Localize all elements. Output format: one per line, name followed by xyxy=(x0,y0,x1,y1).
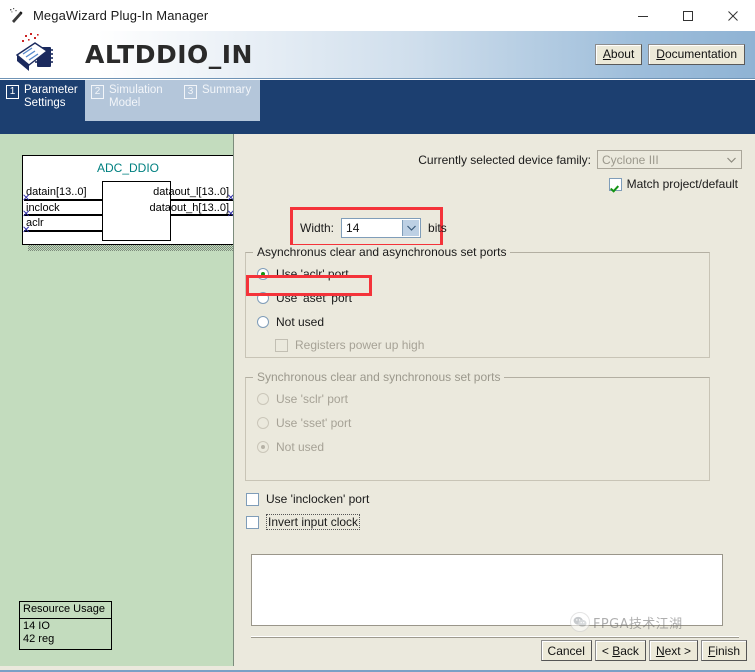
checkbox-indicator xyxy=(275,338,288,352)
pin-label-inclock: inclock xyxy=(26,202,60,214)
width-value: 14 xyxy=(346,221,360,235)
symbol-outline: ADC_DDIO datain[13..0] inclock aclr ✕ ✕ … xyxy=(22,155,233,245)
checkbox-label: Use 'inclocken' port xyxy=(266,492,370,506)
match-project-checkbox[interactable] xyxy=(608,177,622,191)
radio-label: Use 'sclr' port xyxy=(276,392,348,406)
resource-line-io: 14 IO xyxy=(23,620,50,632)
radio-indicator[interactable] xyxy=(257,316,269,328)
tab-simulation-model[interactable]: 2 Simulation Model xyxy=(85,80,178,121)
tab-summary[interactable]: 3 Summary xyxy=(178,80,260,121)
chevron-down-icon xyxy=(723,152,740,167)
close-icon[interactable] xyxy=(710,0,755,31)
radio-indicator xyxy=(257,441,269,453)
resource-usage-title: Resource Usage xyxy=(20,602,111,619)
page-title: ALTDDIO_IN xyxy=(85,40,253,69)
device-family-value: Cyclone III xyxy=(602,152,659,167)
sync-group-legend: Synchronous clear and synchronous set po… xyxy=(253,370,505,384)
resource-line-reg: 42 reg xyxy=(23,633,55,645)
match-project-row[interactable]: Match project/default xyxy=(235,177,738,191)
width-row: Width: 14 bits xyxy=(300,218,447,238)
tab-label: Simulation Model xyxy=(109,84,163,109)
pin-line-dataout-h xyxy=(171,214,233,216)
sync-clear-set-group: Synchronous clear and synchronous set po… xyxy=(245,370,710,481)
cancel-button[interactable]: Cancel xyxy=(540,640,592,661)
radio-async-not-used[interactable]: Not used xyxy=(257,315,324,329)
width-label: Width: xyxy=(300,221,335,235)
about-button-label-rest: bout xyxy=(610,47,635,61)
pin-cross-dataout-h: ✕ xyxy=(227,210,233,220)
checkbox-indicator[interactable] xyxy=(246,515,259,529)
width-select[interactable]: 14 xyxy=(341,218,422,238)
tab-parameter-settings[interactable]: 1 Parameter Settings xyxy=(0,80,85,121)
pin-label-datain: datain[13..0] xyxy=(26,186,87,198)
pin-cross-datain: ✕ xyxy=(22,193,31,204)
pin-cross-inclock: ✕ xyxy=(22,209,31,220)
device-family-label: Currently selected device family: xyxy=(418,152,591,167)
checkbox-invert-input-clock[interactable]: Invert input clock xyxy=(246,514,361,530)
radio-sync-not-used: Not used xyxy=(257,440,324,454)
block-symbol: ADC_DDIO datain[13..0] inclock aclr ✕ ✕ … xyxy=(22,155,233,251)
minimize-icon[interactable] xyxy=(620,0,665,31)
about-button[interactable]: About xyxy=(594,44,643,65)
aclr-highlight-box xyxy=(246,275,372,296)
documentation-button[interactable]: Documentation xyxy=(648,44,745,65)
async-clear-set-group: Asynchronus clear and asynchronous set p… xyxy=(245,245,710,358)
pin-line-aclr xyxy=(24,230,102,232)
altera-megafunction-icon xyxy=(13,32,60,77)
wizard-body: ADC_DDIO datain[13..0] inclock aclr ✕ ✕ … xyxy=(0,134,755,672)
match-project-label: Match project/default xyxy=(626,177,738,191)
tab-label: Summary xyxy=(202,84,252,96)
tab-label: Parameter Settings xyxy=(24,84,78,109)
pin-cross-dataout-l: ✕ xyxy=(227,194,233,204)
wizard-nav-buttons: Cancel < Back Next > Finish xyxy=(540,640,747,661)
banner-buttons: About Documentation xyxy=(594,44,745,65)
tab-number: 2 xyxy=(91,85,104,99)
window-controls xyxy=(620,0,755,31)
pin-label-dataout-h: dataout_h[13..0] xyxy=(149,202,229,214)
documentation-button-label-rest: ocumentation xyxy=(664,47,737,61)
width-units-label: bits xyxy=(428,221,447,235)
pin-cross-aclr: ✕ xyxy=(22,225,31,236)
async-group-legend: Asynchronus clear and asynchronous set p… xyxy=(253,245,511,259)
message-list xyxy=(251,554,723,626)
radio-use-sset-port: Use 'sset' port xyxy=(257,416,351,430)
device-family-row: Currently selected device family: Cyclon… xyxy=(235,150,742,169)
radio-label: Not used xyxy=(276,440,325,454)
checkbox-label: Invert input clock xyxy=(266,514,361,530)
checkbox-indicator[interactable] xyxy=(246,492,259,506)
pin-line-dataout-l xyxy=(171,199,233,201)
tab-number: 1 xyxy=(6,85,19,99)
checkbox-use-inclocken-port[interactable]: Use 'inclocken' port xyxy=(246,492,369,506)
finish-button[interactable]: Finish xyxy=(700,640,747,661)
radio-use-sclr-port: Use 'sclr' port xyxy=(257,392,348,406)
radio-indicator xyxy=(257,393,269,405)
window-title: MegaWizard Plug-In Manager xyxy=(33,8,209,23)
megawizard-window: MegaWizard Plug-In Manager ALTDDIO_IN Ab… xyxy=(0,0,755,672)
back-button[interactable]: < Back xyxy=(594,640,646,661)
chevron-down-icon[interactable] xyxy=(402,220,420,236)
wizard-wand-icon xyxy=(9,7,25,24)
wizard-tab-strip: 1 Parameter Settings 2 Simulation Model … xyxy=(0,80,755,134)
checkbox-label: Registers power up high xyxy=(295,338,425,352)
checkbox-registers-power-up-high: Registers power up high xyxy=(275,338,424,352)
window-titlebar: MegaWizard Plug-In Manager xyxy=(0,0,755,31)
device-family-select[interactable]: Cyclone III xyxy=(597,150,742,169)
parameter-settings-pane: Currently selected device family: Cyclon… xyxy=(235,134,755,666)
tab-number: 3 xyxy=(184,85,197,99)
pin-label-dataout-l: dataout_l[13..0] xyxy=(153,186,229,198)
pin-line-inclock xyxy=(24,214,102,216)
symbol-preview-pane: ADC_DDIO datain[13..0] inclock aclr ✕ ✕ … xyxy=(0,134,234,666)
next-button[interactable]: Next > xyxy=(648,640,698,661)
pin-line-datain xyxy=(24,199,102,201)
resource-usage-values: 14 IO 42 reg xyxy=(20,619,111,647)
cancel-button-label: Cancel xyxy=(547,643,585,658)
radio-label: Use 'sset' port xyxy=(276,416,352,430)
resource-usage-box: Resource Usage 14 IO 42 reg xyxy=(19,601,112,650)
radio-label: Not used xyxy=(276,315,325,329)
banner: ALTDDIO_IN About Documentation xyxy=(0,31,755,79)
symbol-name: ADC_DDIO xyxy=(96,161,159,175)
footer-divider xyxy=(251,636,739,638)
radio-indicator xyxy=(257,417,269,429)
maximize-icon[interactable] xyxy=(665,0,710,31)
